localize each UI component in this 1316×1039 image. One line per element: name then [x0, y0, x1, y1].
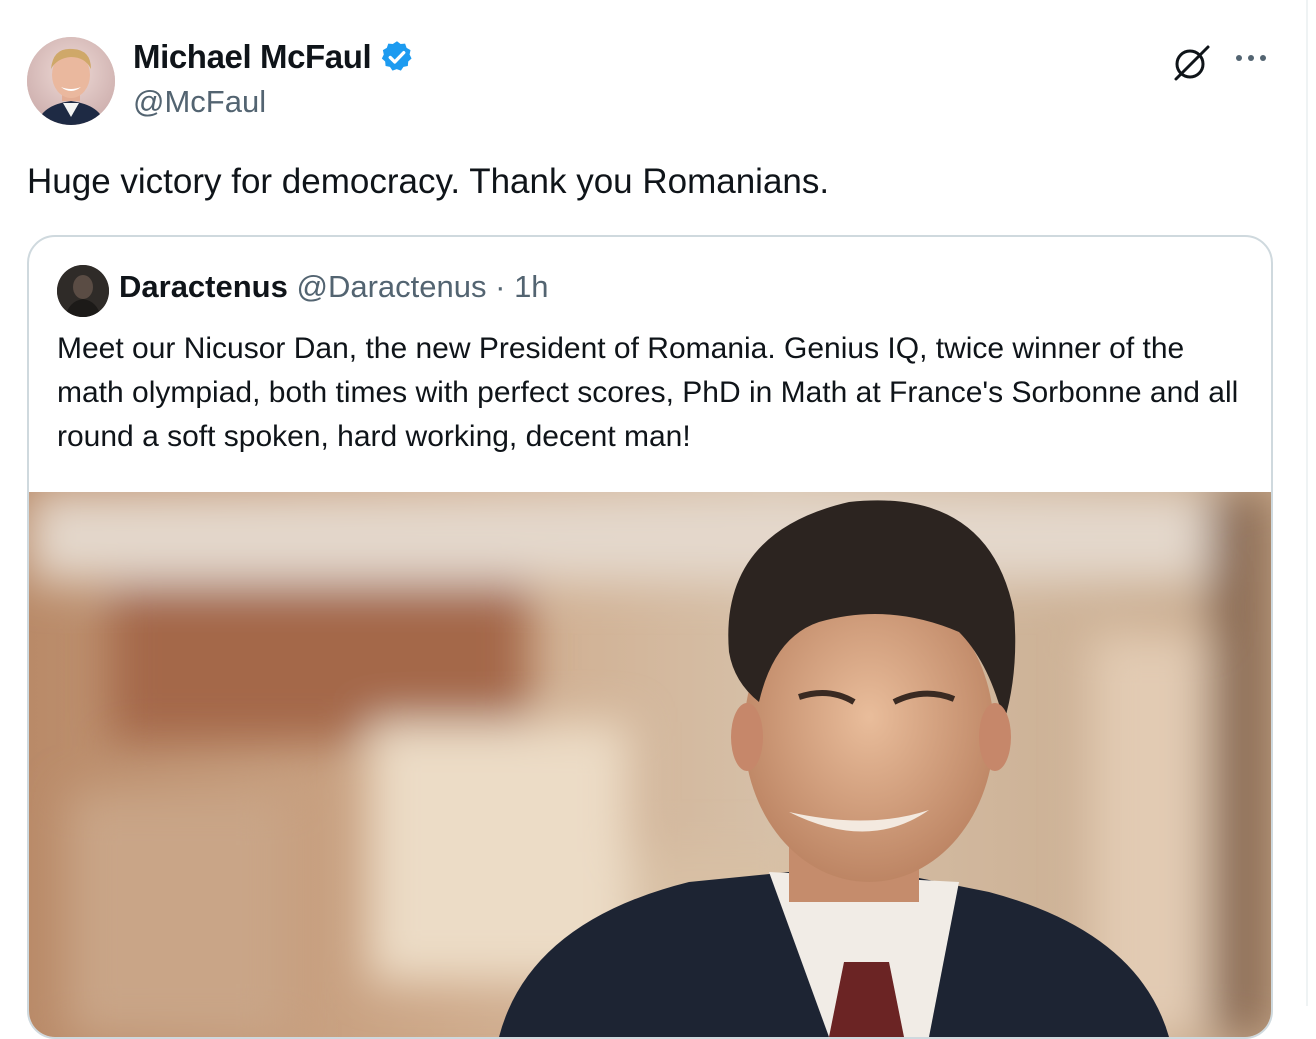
author-name-row[interactable]: Michael McFaul	[133, 38, 415, 76]
more-dots-icon[interactable]	[1234, 46, 1270, 70]
grok-slash-icon[interactable]	[1170, 42, 1214, 82]
quoted-post-photo[interactable]	[29, 492, 1271, 1037]
quoted-post-card[interactable]: Daractenus @Daractenus · 1h Meet our Nic…	[27, 235, 1273, 1039]
quoted-post-text: Meet our Nicusor Dan, the new President …	[57, 332, 1239, 453]
column-divider	[1306, 0, 1308, 1006]
verified-badge-icon[interactable]	[379, 39, 415, 75]
quoted-post-header: Daractenus @Daractenus · 1h	[119, 269, 549, 305]
quoted-post-time[interactable]: 1h	[514, 269, 548, 304]
post-text: Huge victory for democracy. Thank you Ro…	[27, 162, 830, 201]
quoted-author-avatar[interactable]	[57, 265, 109, 317]
quoted-author-handle[interactable]: @Daractenus	[296, 269, 486, 304]
author-display-name[interactable]: Michael McFaul	[133, 38, 372, 76]
author-avatar[interactable]	[27, 37, 115, 125]
quoted-author-name[interactable]: Daractenus	[119, 269, 288, 304]
author-handle[interactable]: @McFaul	[133, 84, 266, 120]
header-separator: ·	[495, 269, 506, 304]
